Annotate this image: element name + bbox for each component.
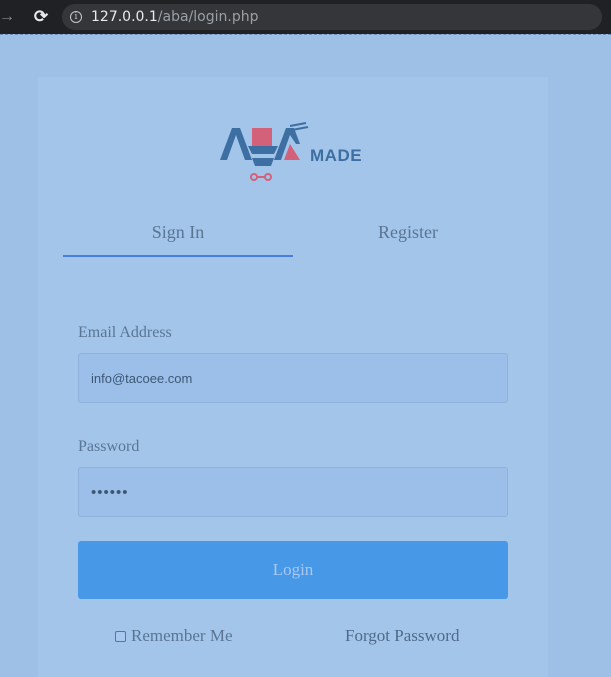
url-path: /aba/login.php <box>157 9 259 25</box>
url-host: 127.0.0.1 <box>91 9 158 25</box>
browser-toolbar: → ⟳ i 127.0.0.1/aba/login.php <box>0 0 611 34</box>
remember-me-label: Remember Me <box>131 626 233 645</box>
remember-me-checkbox[interactable] <box>115 630 126 642</box>
remember-me[interactable]: Remember Me <box>115 626 233 646</box>
reload-icon[interactable]: ⟳ <box>30 0 52 34</box>
tab-sign-in[interactable]: Sign In <box>63 222 293 256</box>
forgot-password-link[interactable]: Forgot Password <box>345 626 459 646</box>
back-arrow-icon[interactable]: → <box>0 0 15 34</box>
email-label: Email Address <box>78 324 172 341</box>
active-tab-indicator <box>63 255 293 257</box>
password-label: Password <box>78 438 140 455</box>
tab-register[interactable]: Register <box>293 222 523 256</box>
login-button[interactable]: Login <box>78 541 508 599</box>
svg-text:MADE: MADE <box>310 146 362 165</box>
aba-made-logo: MADE <box>220 122 362 181</box>
address-bar[interactable]: i 127.0.0.1/aba/login.php <box>62 4 602 30</box>
password-field[interactable] <box>78 467 508 517</box>
page-top-border <box>0 34 611 35</box>
info-icon[interactable]: i <box>70 11 82 23</box>
email-field[interactable] <box>78 353 508 403</box>
